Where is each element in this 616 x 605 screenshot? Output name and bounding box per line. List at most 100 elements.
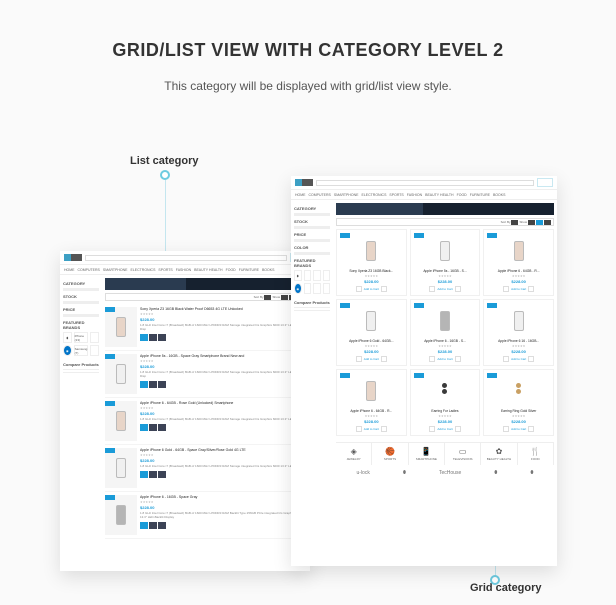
grid-item[interactable]: Apple iPhone 6 - 64GB - R... ★★★★★ $228.…	[336, 369, 407, 436]
add-to-cart-button[interactable]: Add to Cart	[414, 286, 477, 292]
brand-logo[interactable]	[90, 332, 99, 343]
add-to-cart-button[interactable]: Add to Cart	[487, 426, 550, 432]
grid-item[interactable]: Apple iPhone 6 - 16GB - S... ★★★★★ $228.…	[410, 299, 481, 366]
grid-item[interactable]: Apple iPhone 5s - 16GB - S... ★★★★★ $228…	[410, 229, 481, 296]
brand-logo[interactable]: ⬮	[294, 270, 302, 281]
wishlist-button[interactable]	[149, 334, 157, 341]
list-item[interactable]: Sony Xperia Z3 16GB Black Water Proof D6…	[105, 304, 307, 351]
brand-logo[interactable]	[313, 270, 321, 281]
add-to-cart-button[interactable]: Add to Cart	[414, 426, 477, 432]
grid-category-label: Grid category	[470, 582, 542, 594]
cart-icon[interactable]	[537, 178, 553, 187]
footer-category[interactable]: 🍴FOOD	[518, 443, 554, 465]
footer-brand-logo: ⬮	[494, 470, 497, 476]
nav-item[interactable]: COMPUTERS	[78, 268, 100, 272]
wishlist-button[interactable]	[149, 381, 157, 388]
wishlist-button[interactable]	[149, 471, 157, 478]
wishlist-button[interactable]	[149, 424, 157, 431]
product-thumb	[105, 354, 137, 394]
brand-logo-dell[interactable]: ◉	[63, 345, 72, 356]
nav-item[interactable]: FASHION	[407, 193, 422, 197]
list-view-button[interactable]	[544, 220, 551, 225]
grid-view-button[interactable]	[536, 220, 543, 225]
nav-item[interactable]: FURNITURE	[239, 268, 259, 272]
add-to-cart-button[interactable]	[140, 381, 148, 388]
add-to-cart-button[interactable]	[140, 334, 148, 341]
brand-logo[interactable]	[90, 345, 99, 356]
nav-item[interactable]: COMPUTERS	[309, 193, 331, 197]
product-price: $228.00	[140, 505, 307, 510]
list-item[interactable]: Apple iPhone 5s - 16GB - Space Gray Smar…	[105, 351, 307, 398]
sort-select[interactable]	[264, 295, 271, 300]
nav-item[interactable]: HOME	[295, 193, 306, 197]
sort-select[interactable]	[511, 220, 518, 225]
compare-button[interactable]	[158, 334, 166, 341]
rating-stars-icon: ★★★★★	[340, 344, 403, 348]
show-select[interactable]	[528, 220, 535, 225]
brand-logo[interactable]	[323, 283, 331, 294]
grid-item[interactable]: Apple iPhone 6 - 64GB - R... ★★★★★ $228.…	[483, 229, 554, 296]
grid-item[interactable]: Earring For Ladies ★★★★★ $228.00 Add to …	[410, 369, 481, 436]
brand-logo[interactable]	[313, 283, 321, 294]
grid-item[interactable]: Apple iPhone 6 16 - 16GB... ★★★★★ $228.0…	[483, 299, 554, 366]
add-to-cart-button[interactable]: Add to Cart	[340, 426, 403, 432]
brand-logo[interactable]: Samsung (7)	[74, 345, 89, 356]
category-label: JEWELRY	[347, 457, 361, 461]
compare-button[interactable]	[158, 381, 166, 388]
grid-item[interactable]: Earring Ring Gold Silver ★★★★★ $228.00 A…	[483, 369, 554, 436]
add-to-cart-button[interactable]: Add to Cart	[340, 286, 403, 292]
brand-logo[interactable]: iPhone (13)	[74, 332, 89, 343]
nav-item[interactable]: FASHION	[176, 268, 191, 272]
nav-item[interactable]: BOOKS	[493, 193, 505, 197]
nav-item[interactable]: ELECTRONICS	[131, 268, 156, 272]
add-to-cart-button[interactable]: Add to Cart	[487, 286, 550, 292]
footer-category[interactable]: ◈JEWELRY	[336, 443, 372, 465]
footer-category[interactable]: ▭TELEVISIONS	[445, 443, 481, 465]
grid-item[interactable]: Sony Xperia Z3 16GB Black... ★★★★★ $228.…	[336, 229, 407, 296]
compare-button[interactable]	[158, 522, 166, 529]
sidebar-stock-title: STOCK	[63, 294, 99, 299]
footer-category[interactable]: 🏀SPORTS	[372, 443, 408, 465]
product-title: Apple iPhone 6 16 - 16GB...	[487, 339, 550, 343]
nav-item[interactable]: SMARTPHONE	[334, 193, 359, 197]
nav-item[interactable]: FURNITURE	[470, 193, 490, 197]
add-to-cart-button[interactable]	[140, 471, 148, 478]
product-description: 1.8 GHz Intel Core i7 (Broadwell) 8GB of…	[140, 324, 307, 332]
nav-item[interactable]: FOOD	[226, 268, 236, 272]
product-thumb	[105, 401, 137, 441]
brand-logo[interactable]	[304, 270, 312, 281]
brand-logo-dell[interactable]: ◉	[294, 283, 302, 294]
grid-preview-screenshot: HOMECOMPUTERSSMARTPHONEELECTRONICSSPORTS…	[291, 176, 557, 566]
nav-item[interactable]: BOOKS	[262, 268, 274, 272]
add-to-cart-button[interactable]	[140, 522, 148, 529]
phone-icon	[116, 317, 126, 337]
nav-item[interactable]: SPORTS	[389, 193, 403, 197]
list-item[interactable]: Apple iPhone 6 Gold - 64GB - Space Gray/…	[105, 445, 307, 492]
nav-item[interactable]: BEAUTY HEALTH	[194, 268, 222, 272]
brand-logo[interactable]	[323, 270, 331, 281]
add-to-cart-button[interactable]	[140, 424, 148, 431]
compare-button[interactable]	[158, 471, 166, 478]
nav-item[interactable]: SPORTS	[158, 268, 172, 272]
rating-stars-icon: ★★★★★	[140, 312, 307, 316]
footer-category[interactable]: 📱SMARTPHONE	[409, 443, 445, 465]
nav-item[interactable]: ELECTRONICS	[362, 193, 387, 197]
nav-item[interactable]: FOOD	[457, 193, 467, 197]
list-item[interactable]: Apple iPhone 6 - 64GB - Rose Gold (Unloc…	[105, 398, 307, 445]
wishlist-button[interactable]	[149, 522, 157, 529]
add-to-cart-button[interactable]: Add to Cart	[340, 356, 403, 362]
brand-logo[interactable]: ⬮	[63, 332, 72, 343]
grid-item[interactable]: Apple iPhone 6 Gold - 64GB... ★★★★★ $228…	[336, 299, 407, 366]
nav-item[interactable]: SMARTPHONE	[103, 268, 128, 272]
list-item[interactable]: Apple iPhone 6 - 16GB - Space Gray ★★★★★…	[105, 492, 307, 539]
search-input[interactable]	[85, 255, 287, 261]
add-to-cart-button[interactable]: Add to Cart	[487, 356, 550, 362]
add-to-cart-button[interactable]: Add to Cart	[414, 356, 477, 362]
nav-item[interactable]: HOME	[64, 268, 75, 272]
search-input[interactable]	[316, 180, 534, 186]
footer-category[interactable]: ✿BEAUTY HEALTH	[481, 443, 517, 465]
show-select[interactable]	[281, 295, 288, 300]
compare-button[interactable]	[158, 424, 166, 431]
brand-logo[interactable]	[304, 283, 312, 294]
nav-item[interactable]: BEAUTY HEALTH	[425, 193, 453, 197]
